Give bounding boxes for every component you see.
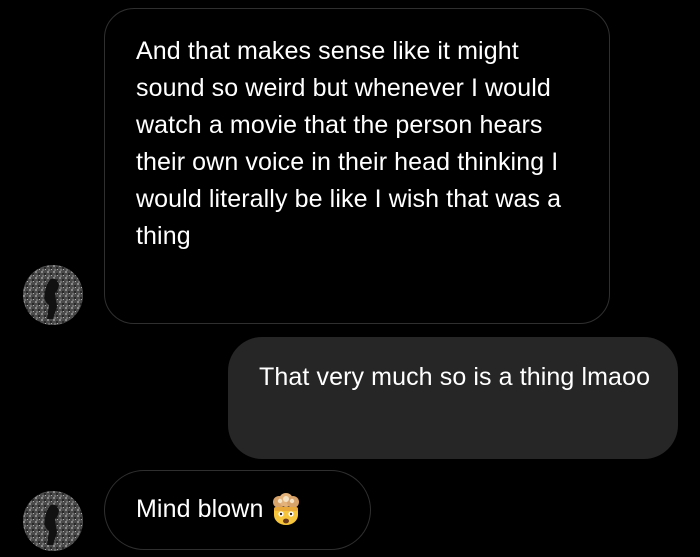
message-bubble-incoming[interactable]: Mind blown bbox=[104, 470, 371, 550]
contact-avatar[interactable] bbox=[23, 491, 83, 551]
exploding-head-icon bbox=[269, 493, 303, 527]
message-bubble-incoming[interactable]: And that makes sense like it might sound… bbox=[104, 8, 610, 324]
message-text: Mind blown bbox=[136, 495, 264, 523]
avatar-image bbox=[23, 491, 83, 551]
avatar-image bbox=[23, 265, 83, 325]
contact-avatar[interactable] bbox=[23, 265, 83, 325]
message-text: That very much so is a thing lmaoo bbox=[259, 363, 651, 391]
message-bubble-outgoing[interactable]: That very much so is a thing lmaoo bbox=[228, 337, 678, 459]
message-text: And that makes sense like it might sound… bbox=[136, 37, 562, 250]
chat-thread: And that makes sense like it might sound… bbox=[0, 0, 700, 557]
